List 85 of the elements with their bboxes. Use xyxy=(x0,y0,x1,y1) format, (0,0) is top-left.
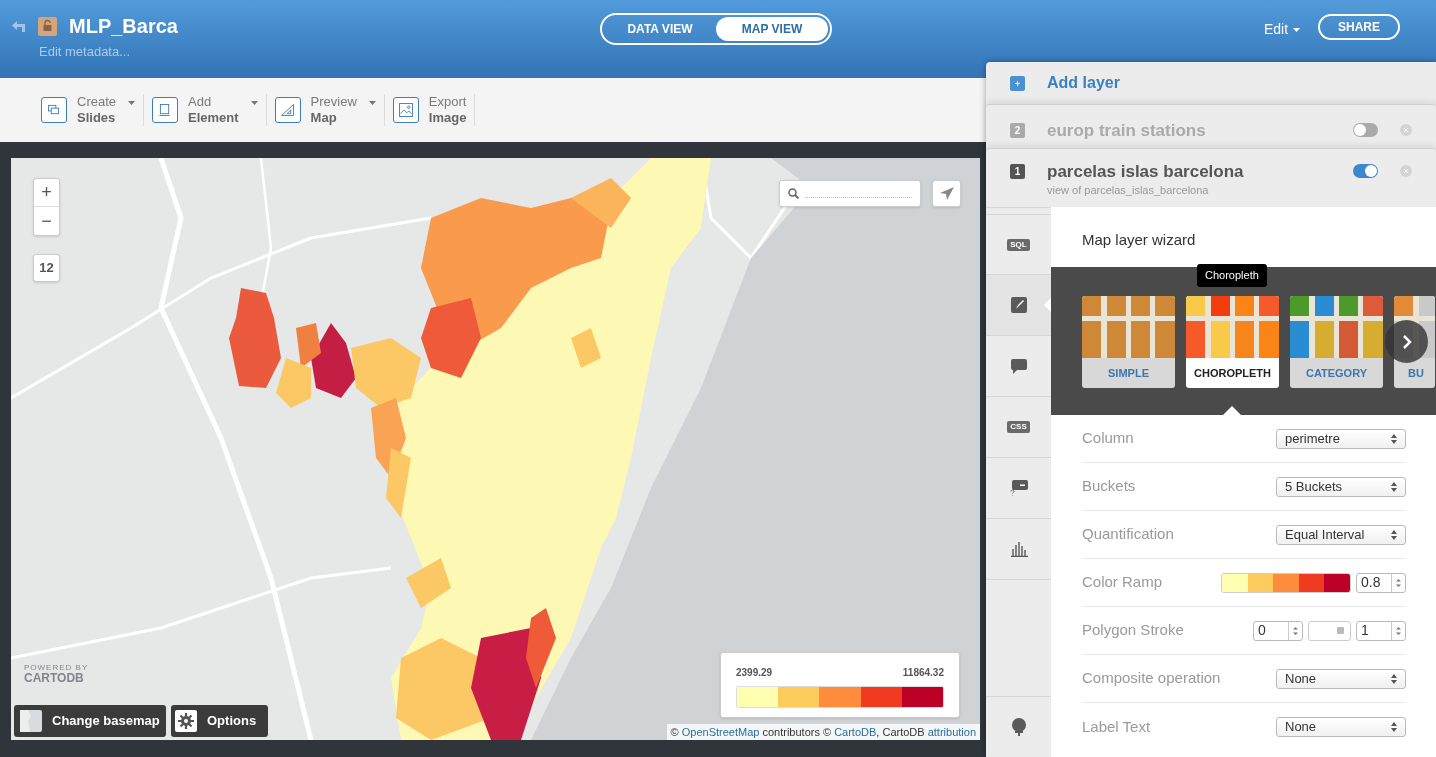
paintbrush-icon xyxy=(1010,297,1027,313)
selection-pointer xyxy=(1223,406,1241,415)
zoom-in-button[interactable]: + xyxy=(34,179,59,207)
css-tab-label: CSS xyxy=(1007,421,1030,433)
options-button[interactable]: Options xyxy=(171,705,268,737)
layer-name: europ train stations xyxy=(1047,121,1207,141)
map-title: MLP_Barca xyxy=(69,14,178,38)
add-layer-button[interactable]: Add layer xyxy=(1047,71,1120,95)
speech-bubble-icon xyxy=(1010,358,1027,374)
field-label: Buckets xyxy=(1082,476,1136,497)
sql-tab-label: SQL xyxy=(1007,238,1030,251)
layer-visibility-switch[interactable] xyxy=(1353,123,1378,137)
spinner-arrows-icon xyxy=(1396,577,1401,588)
spinner-arrows-icon xyxy=(1396,625,1401,636)
opacity-field[interactable]: 0.8 xyxy=(1356,572,1406,593)
search-field[interactable] xyxy=(779,180,921,207)
attribution-link[interactable]: attribution xyxy=(927,726,976,738)
slides-tool-icon xyxy=(41,97,67,123)
zoom-level-badge: 12 xyxy=(33,254,60,282)
caret-icon xyxy=(368,101,376,105)
select-field[interactable]: None xyxy=(1276,668,1406,689)
share-button[interactable]: SHARE xyxy=(1318,14,1400,40)
lock-icon xyxy=(38,16,57,36)
view-toggle-tab[interactable]: DATA VIEW xyxy=(604,17,716,41)
visualization-type-tile[interactable]: SIMPLE xyxy=(1082,296,1175,388)
field-label: Column xyxy=(1082,428,1134,449)
chevron-right-icon xyxy=(1401,333,1412,350)
layer-number-badge: 2 xyxy=(1010,123,1025,138)
edit-menu[interactable]: Edit xyxy=(1264,19,1301,40)
back-arrow-icon[interactable] xyxy=(12,20,26,32)
field-label: Quantification xyxy=(1082,524,1174,545)
change-basemap-button[interactable]: Change basemap xyxy=(14,705,166,737)
caret-icon xyxy=(1293,27,1301,32)
preview-tool-icon xyxy=(274,97,301,123)
pin-plus-icon xyxy=(1010,718,1027,736)
color-ramp-picker[interactable] xyxy=(1221,572,1351,593)
up-down-arrows-icon xyxy=(1391,529,1397,540)
toolbar-button[interactable]: Export Image xyxy=(392,94,467,126)
paper-plane-icon xyxy=(939,187,954,200)
stroke-width-field[interactable]: 0 xyxy=(1253,620,1303,641)
layer-visibility-switch[interactable] xyxy=(1353,164,1378,178)
legend-min-value: 2399.29 xyxy=(736,666,773,680)
field-label: Polygon Stroke xyxy=(1082,620,1184,641)
gear-icon xyxy=(175,710,197,732)
locate-button[interactable] xyxy=(932,180,961,207)
toolbar-button[interactable]: Create Slides xyxy=(41,94,136,126)
view-toggle-tab[interactable]: MAP VIEW xyxy=(716,17,828,41)
tooltip: Choropleth xyxy=(1197,264,1267,287)
layer-name: parcelas islas barcelona xyxy=(1047,162,1245,182)
visualization-type-tile[interactable]: CHOROPLETH xyxy=(1186,296,1279,388)
zoom-out-button[interactable]: − xyxy=(34,207,59,235)
bar-chart-icon xyxy=(1009,541,1028,557)
select-field[interactable]: 5 Buckets xyxy=(1276,476,1406,497)
search-icon xyxy=(788,188,799,199)
spinner-arrows-icon xyxy=(1293,625,1298,636)
select-field[interactable]: None xyxy=(1276,717,1406,737)
select-field[interactable]: perimetre xyxy=(1276,428,1406,449)
sidebar-tab[interactable] xyxy=(986,275,1051,336)
map-attribution: © OpenStreetMap contributors © CartoDB, CartoDB attribution xyxy=(666,724,980,740)
up-down-arrows-icon xyxy=(1391,673,1397,684)
layer-row[interactable]: 1 parcelas islas barcelona view of parcelas_islas_barcelona xyxy=(986,148,1436,207)
layer-number-badge: 1 xyxy=(1010,164,1025,179)
up-down-arrows-icon xyxy=(1391,481,1397,492)
wizard-title: Map layer wizard xyxy=(1082,230,1196,250)
stroke-color-picker[interactable] xyxy=(1308,620,1351,641)
map-thumbnail-icon xyxy=(20,710,42,732)
field-label: Composite operation xyxy=(1082,668,1221,689)
caret-icon xyxy=(128,101,136,105)
caret-icon xyxy=(250,101,258,105)
toolbar-button[interactable]: Add Element xyxy=(152,94,258,126)
element-tool-icon xyxy=(152,97,179,123)
select-field[interactable]: Equal Interval xyxy=(1276,524,1406,545)
visualization-type-tile[interactable]: CATEGORY xyxy=(1290,296,1383,388)
attribution-link[interactable]: OpenStreetMap xyxy=(681,726,760,738)
up-down-arrows-icon xyxy=(1391,722,1397,732)
add-icon xyxy=(1010,75,1025,91)
opacity-field[interactable]: 1 xyxy=(1356,620,1406,641)
up-down-arrows-icon xyxy=(1391,433,1397,444)
field-label: Color Ramp xyxy=(1082,572,1163,593)
toolbar-button[interactable]: Preview Map xyxy=(274,94,376,126)
layer-source: view of parcelas_islas_barcelona xyxy=(1047,183,1210,198)
export-tool-icon xyxy=(392,97,419,123)
tooltip-icon xyxy=(1009,480,1028,496)
field-label: Label Text xyxy=(1082,716,1151,737)
legend-max-value: 11864.32 xyxy=(902,666,944,680)
